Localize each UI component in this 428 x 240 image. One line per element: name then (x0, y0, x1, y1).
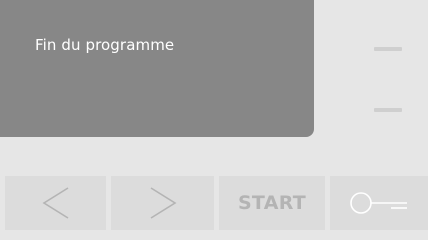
status-display: Fin du programme (0, 0, 314, 137)
previous-button[interactable] (5, 176, 106, 230)
chevron-right-icon (150, 187, 177, 219)
child-lock-button[interactable] (330, 176, 428, 230)
control-button-row: START (0, 176, 428, 230)
status-text: Fin du programme (35, 36, 175, 54)
indicator-light-top (374, 47, 402, 51)
key-lock-icon (350, 192, 407, 214)
next-button[interactable] (111, 176, 214, 230)
start-button[interactable]: START (219, 176, 325, 230)
start-button-label: START (237, 192, 307, 214)
chevron-left-icon (41, 187, 68, 219)
indicator-light-bottom (374, 108, 402, 112)
